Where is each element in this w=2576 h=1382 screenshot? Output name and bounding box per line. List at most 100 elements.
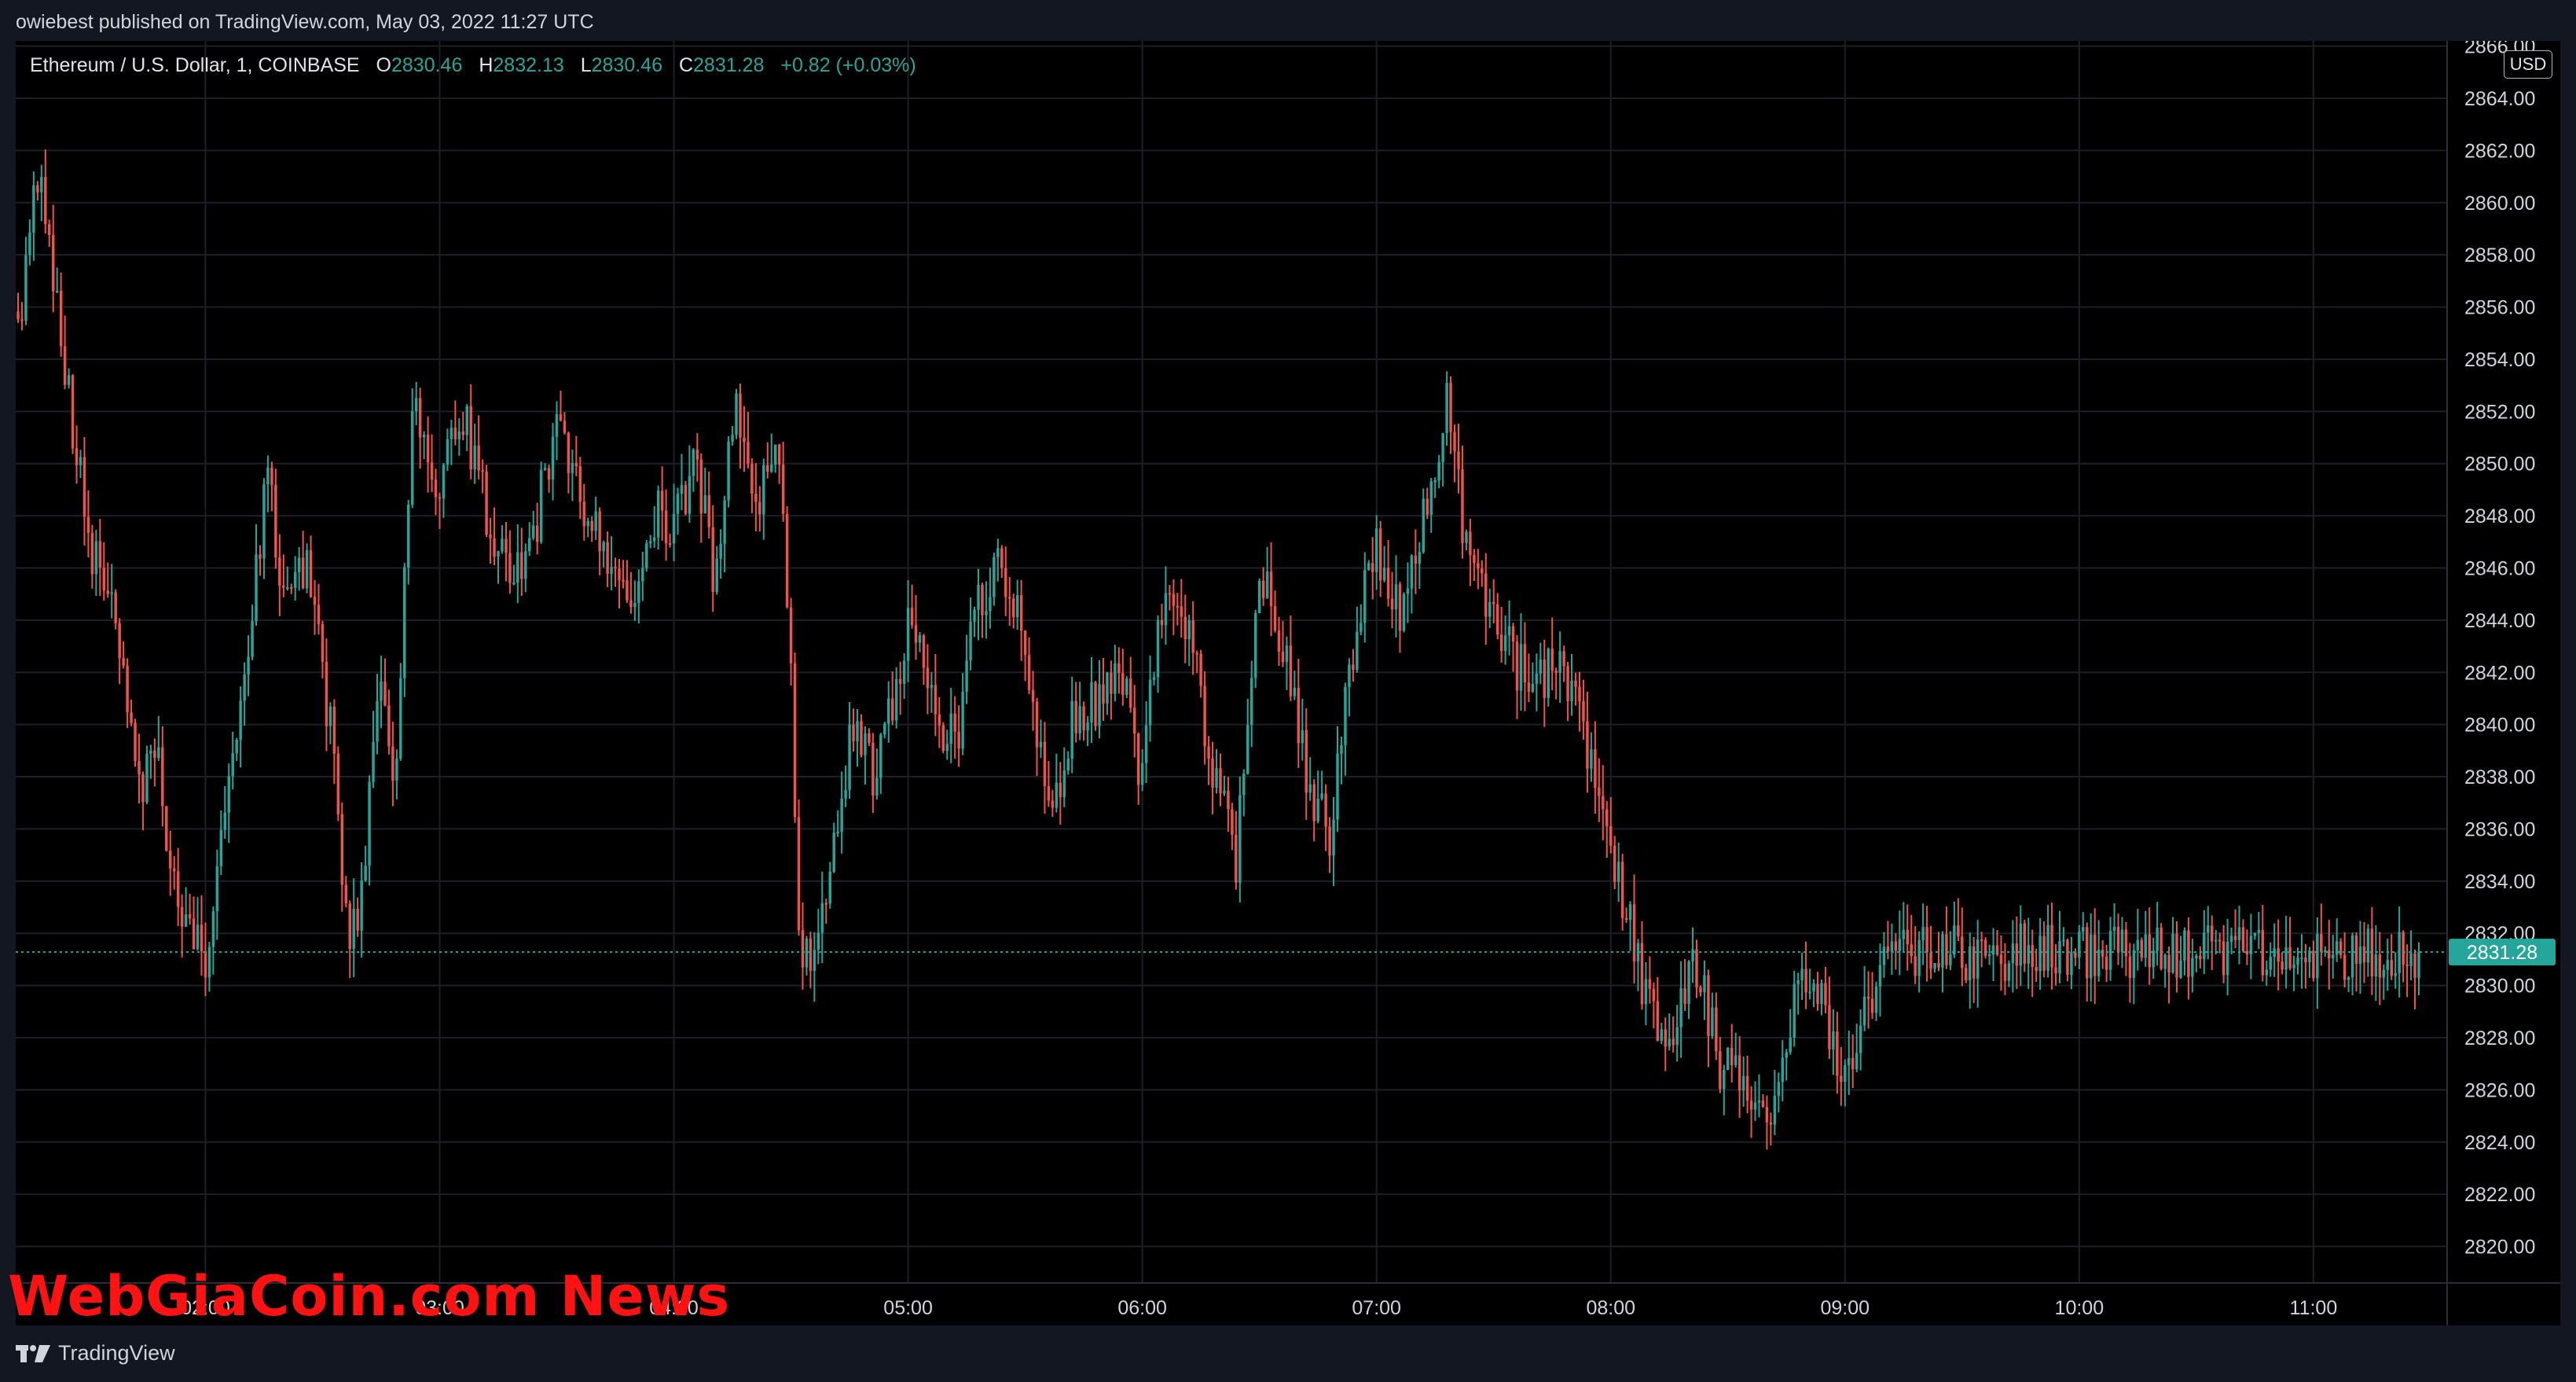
candle-body-down[interactable]: [711, 527, 714, 592]
candle-body-down[interactable]: [20, 319, 24, 322]
candle-body-up[interactable]: [2097, 949, 2101, 976]
candle-body-down[interactable]: [2378, 954, 2382, 978]
candle-body-up[interactable]: [864, 733, 867, 755]
candle-body-up[interactable]: [894, 678, 898, 721]
candle-body-up[interactable]: [407, 505, 410, 568]
candle-body-down[interactable]: [809, 938, 813, 971]
candle-body-up[interactable]: [1820, 983, 1823, 1005]
candle-body-up[interactable]: [1921, 927, 1925, 941]
candle-body-down[interactable]: [1828, 1005, 1831, 1049]
candle-body-up[interactable]: [887, 698, 890, 724]
candle-body-up[interactable]: [2300, 957, 2303, 960]
candle-body-down[interactable]: [535, 525, 539, 542]
candle-body-up[interactable]: [2089, 934, 2093, 979]
candle-body-up[interactable]: [1796, 980, 1800, 984]
candle-body-down[interactable]: [582, 502, 586, 527]
candle-body-down[interactable]: [348, 903, 351, 949]
candle-body-down[interactable]: [758, 502, 761, 515]
candle-body-down[interactable]: [1484, 573, 1488, 617]
candle-body-up[interactable]: [410, 410, 414, 505]
candle-body-down[interactable]: [2031, 945, 2034, 967]
candle-body-up[interactable]: [973, 609, 976, 622]
candle-body-down[interactable]: [1023, 630, 1027, 656]
candle-body-down[interactable]: [418, 398, 422, 438]
candle-body-up[interactable]: [1741, 1075, 1745, 1091]
candle-body-up[interactable]: [2417, 952, 2420, 979]
candle-body-down[interactable]: [1273, 606, 1277, 631]
candle-body-up[interactable]: [1503, 635, 1507, 651]
candle-body-down[interactable]: [2320, 934, 2323, 952]
candle-body-up[interactable]: [879, 734, 883, 778]
candle-body-up[interactable]: [1507, 626, 1511, 636]
candle-body-down[interactable]: [1945, 934, 1948, 965]
candle-body-up[interactable]: [832, 833, 835, 873]
candle-body-down[interactable]: [563, 421, 567, 433]
candle-body-up[interactable]: [1488, 601, 1492, 617]
candle-body-up[interactable]: [828, 872, 831, 904]
candle-body-down[interactable]: [430, 462, 434, 480]
candle-body-up[interactable]: [2237, 927, 2241, 941]
candle-body-up[interactable]: [2253, 932, 2257, 936]
candle-body-down[interactable]: [1886, 946, 1890, 952]
candlestick-chart[interactable]: 2820.00 2822.00 2824.00 2826.00 2828.00 2830.…: [16, 41, 2560, 1325]
candle-body-up[interactable]: [676, 494, 680, 514]
candle-body-up[interactable]: [2179, 960, 2182, 978]
candle-body-down[interactable]: [438, 497, 442, 499]
candle-body-up[interactable]: [251, 620, 254, 657]
candle-body-up[interactable]: [1223, 790, 1226, 794]
candle-body-down[interactable]: [824, 902, 828, 905]
candle-body-down[interactable]: [1824, 983, 1827, 1005]
candle-body-up[interactable]: [1848, 1057, 1851, 1065]
candle-body-up[interactable]: [1862, 996, 1866, 1026]
candle-body-down[interactable]: [1554, 671, 1558, 673]
candle-body-down[interactable]: [1598, 787, 1601, 796]
candle-body-down[interactable]: [1527, 682, 1531, 692]
candle-body-up[interactable]: [1418, 552, 1422, 564]
candle-body-down[interactable]: [852, 724, 855, 741]
candle-body-up[interactable]: [227, 776, 230, 813]
candle-body-up[interactable]: [2007, 963, 2011, 981]
candle-body-down[interactable]: [1995, 945, 1999, 955]
candle-body-down[interactable]: [934, 685, 938, 715]
candle-body-down[interactable]: [1523, 644, 1527, 683]
candle-body-up[interactable]: [1558, 651, 1561, 673]
candle-body-down[interactable]: [2288, 946, 2292, 969]
candle-body-down[interactable]: [1999, 954, 2003, 965]
candle-body-up[interactable]: [1800, 969, 1804, 980]
candle-body-down[interactable]: [1371, 563, 1374, 572]
candle-body-up[interactable]: [1441, 432, 1444, 462]
candle-body-up[interactable]: [1691, 949, 1694, 962]
candle-body-down[interactable]: [1461, 469, 1464, 543]
candle-body-up[interactable]: [969, 621, 972, 661]
candle-body-down[interactable]: [1511, 626, 1515, 642]
candle-body-down[interactable]: [872, 742, 875, 796]
candle-body-up[interactable]: [2191, 957, 2194, 977]
candle-body-up[interactable]: [2070, 952, 2073, 976]
candle-body-down[interactable]: [1172, 594, 1176, 606]
candle-body-up[interactable]: [40, 177, 43, 193]
candle-body-down[interactable]: [1624, 917, 1628, 921]
candle-body-up[interactable]: [1976, 939, 1980, 979]
candle-body-down[interactable]: [1730, 1047, 1734, 1065]
candle-body-up[interactable]: [993, 557, 996, 597]
candle-body-up[interactable]: [2331, 954, 2335, 958]
candle-body-up[interactable]: [977, 584, 980, 610]
candle-body-up[interactable]: [2144, 934, 2148, 958]
candle-body-up[interactable]: [1789, 1037, 1792, 1053]
candle-body-up[interactable]: [24, 255, 28, 321]
candle-body-up[interactable]: [2108, 931, 2112, 970]
candle-body-up[interactable]: [1406, 588, 1410, 594]
candle-body-up[interactable]: [497, 551, 500, 557]
candle-body-up[interactable]: [360, 880, 363, 931]
candle-body-down[interactable]: [1199, 653, 1202, 686]
candle-body-down[interactable]: [1281, 652, 1285, 663]
candle-body-up[interactable]: [1723, 1070, 1726, 1090]
candle-body-down[interactable]: [747, 442, 750, 465]
candle-body-down[interactable]: [1492, 601, 1495, 605]
candle-body-down[interactable]: [274, 484, 277, 557]
candle-body-down[interactable]: [180, 906, 184, 927]
candle-body-down[interactable]: [1582, 700, 1585, 722]
candle-body-down[interactable]: [2074, 952, 2077, 957]
candle-body-down[interactable]: [44, 177, 47, 225]
candle-body-down[interactable]: [1894, 941, 1898, 951]
